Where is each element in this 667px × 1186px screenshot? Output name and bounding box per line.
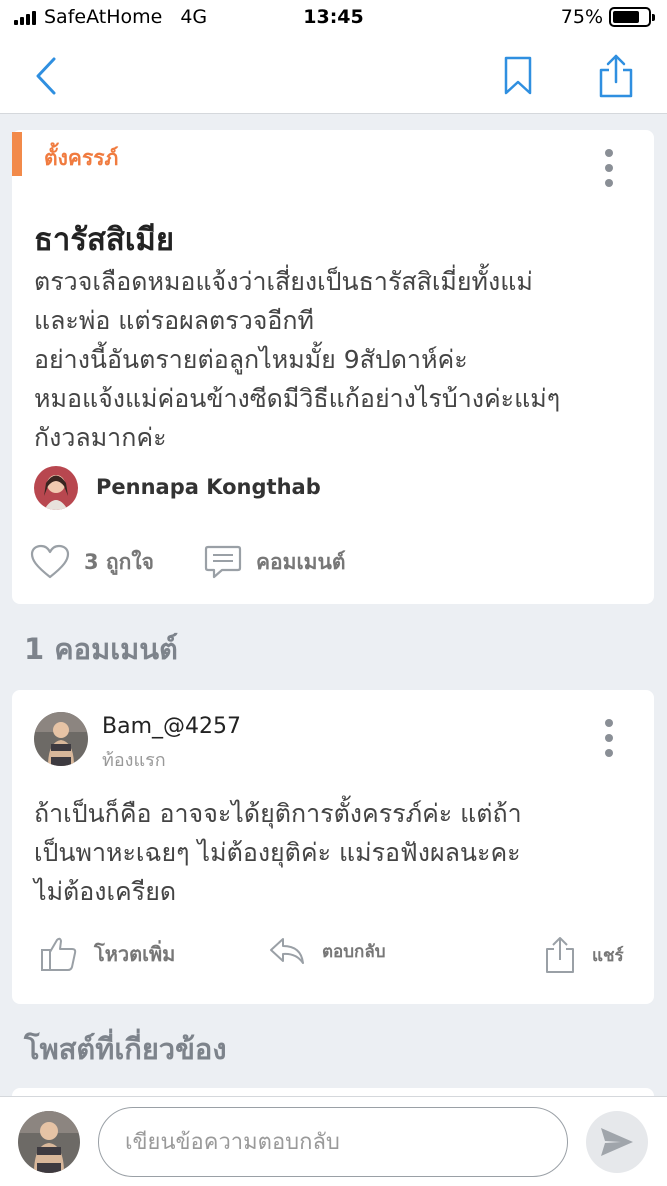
commenter-status: ท้องแรก: [102, 750, 166, 771]
post-body-line: และพ่อ แต่รอผลตรวจอีกที: [34, 306, 315, 335]
share-icon: [599, 54, 633, 98]
battery-icon: [609, 7, 655, 27]
battery-percent: 75%: [560, 6, 603, 28]
status-right: 75%: [560, 6, 655, 28]
comment-body-line: ไม่ต้องเครียด: [34, 877, 177, 906]
comment-more-options-icon[interactable]: [594, 716, 624, 760]
share-button[interactable]: [592, 52, 640, 100]
back-button[interactable]: [22, 52, 70, 100]
post-category-tag[interactable]: ตั้งครรภ์: [44, 142, 118, 175]
comment-body-line: เป็นพาหะเฉยๆ ไม่ต้องยุติค่ะ แม่รอฟังผลนะ…: [34, 838, 521, 867]
reply-input[interactable]: [98, 1107, 568, 1177]
send-button[interactable]: [586, 1111, 648, 1173]
thumbs-up-icon: [41, 937, 77, 971]
comment-label: คอมเมนต์: [256, 549, 346, 574]
post-author-name[interactable]: Pennapa Kongthab: [96, 475, 321, 499]
share-icon: [546, 937, 574, 973]
reply-bar: [0, 1096, 667, 1186]
current-user-avatar: [18, 1111, 80, 1173]
post-title: ธารัสสิเมีย: [34, 222, 175, 258]
like-button[interactable]: 3 ถูกใจ: [30, 544, 154, 580]
comment-card: Bam_@4257 ท้องแรก ถ้าเป็นก็คือ อาจจะได้ย…: [12, 690, 654, 1004]
comment-body-line: ถ้าเป็นก็คือ อาจจะได้ยุติการตั้งครรภ์ค่ะ…: [34, 799, 522, 828]
post-body-line: ตรวจเลือดหมอแจ้งว่าเสี่ยงเป็นธารัสสิเมี่…: [34, 267, 533, 296]
vote-button[interactable]: โหวตเพิ่ม: [40, 936, 175, 972]
reply-label: ตอบกลับ: [322, 941, 386, 962]
share-label: แชร์: [592, 945, 624, 966]
commenter-name[interactable]: Bam_@4257: [102, 714, 241, 739]
reply-button[interactable]: ตอบกลับ: [268, 936, 386, 966]
post-body-line: กังวลมากค่ะ: [34, 423, 167, 452]
post-body-line: อย่างนี้อันตรายต่อลูกไหมมั้ย 9สัปดาห์ค่ะ: [34, 345, 468, 374]
reply-icon: [270, 938, 304, 964]
author-avatar[interactable]: [34, 466, 78, 510]
chevron-left-icon: [36, 57, 56, 95]
battery-level: [613, 11, 639, 23]
like-count: 3 ถูกใจ: [84, 549, 154, 574]
tag-accent-bar: [12, 132, 22, 176]
comment-share-button[interactable]: แชร์: [544, 936, 624, 974]
bookmark-icon: [504, 56, 532, 95]
post-body-line: หมอแจ้งแม่ค่อนข้างซีดมีวิธีแก้อย่างไรบ้า…: [34, 384, 561, 413]
comment-button[interactable]: คอมเมนต์: [204, 544, 346, 580]
related-posts-heading: โพสต์ที่เกี่ยวข้อง: [24, 1032, 227, 1066]
comment-bubble-icon: [204, 545, 242, 579]
heart-icon: [30, 544, 70, 579]
comments-count-heading: 1 คอมเมนต์: [24, 632, 178, 666]
nav-bar: [0, 38, 667, 114]
post-more-options-icon[interactable]: [594, 146, 624, 190]
post-card: ตั้งครรภ์ ธารัสสิเมีย ตรวจเลือดหมอแจ้งว่…: [12, 130, 654, 604]
comment-body: ถ้าเป็นก็คือ อาจจะได้ยุติการตั้งครรภ์ค่ะ…: [34, 794, 644, 911]
post-body: ตรวจเลือดหมอแจ้งว่าเสี่ยงเป็นธารัสสิเมี่…: [34, 262, 644, 457]
commenter-avatar[interactable]: [34, 712, 88, 766]
vote-label: โหวตเพิ่ม: [94, 942, 176, 966]
send-icon: [601, 1128, 633, 1156]
status-bar: SafeAtHome 4G 13:45 75%: [0, 0, 667, 38]
bookmark-button[interactable]: [494, 52, 542, 100]
